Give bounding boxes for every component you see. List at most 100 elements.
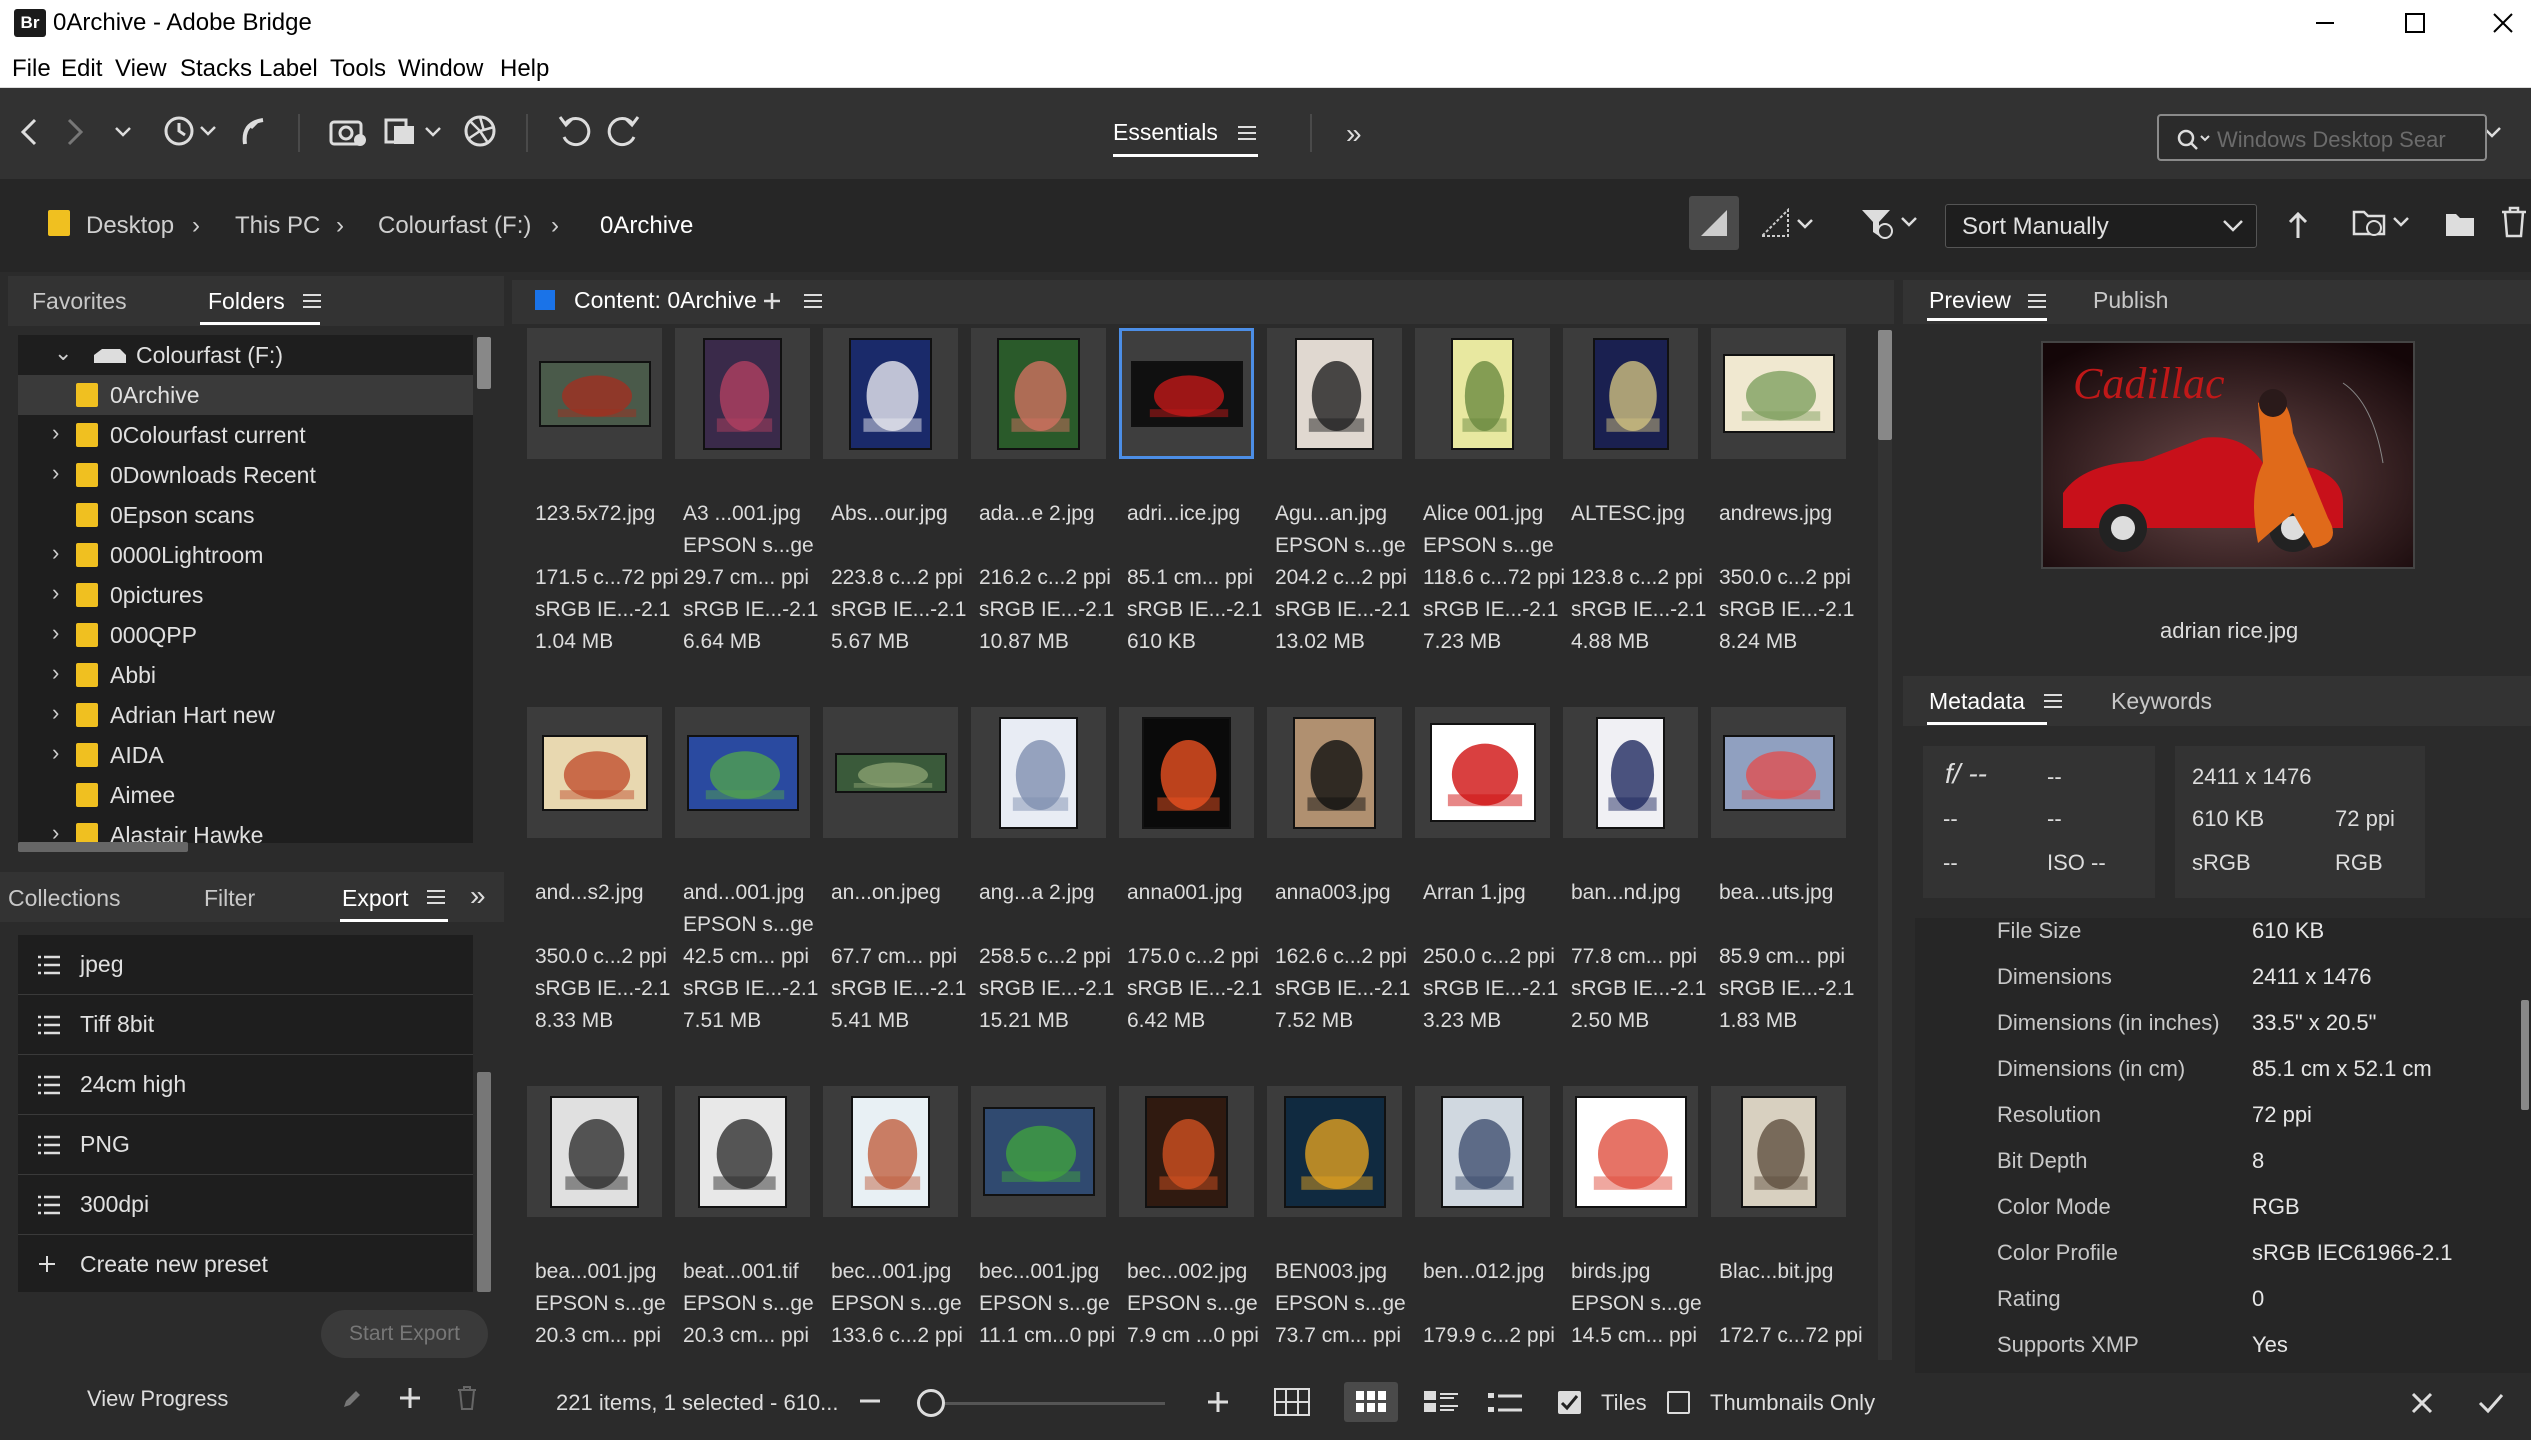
history-dropdown[interactable] <box>108 110 138 154</box>
preview-image[interactable]: Cadillac <box>2041 341 2415 569</box>
panel-menu-icon[interactable] <box>804 293 822 309</box>
thumbnail-frame[interactable] <box>1267 707 1402 838</box>
thumbnail-item[interactable]: andrews.jpg 350.0 c...2 ppi sRGB IE...-2.1… <box>1711 328 1854 698</box>
thumbnail-item[interactable]: bec...002.jpg EPSON s...ge 7.9 cm ...0 ppi <box>1119 1086 1259 1368</box>
menu-window[interactable]: Window <box>398 55 483 83</box>
details-view-icon[interactable] <box>1424 1391 1458 1413</box>
menu-edit[interactable]: Edit <box>61 55 102 83</box>
collapse-arrow-icon[interactable]: ⌄ <box>54 340 72 366</box>
thumbnail-item[interactable]: an...on.jpeg 67.7 cm... ppi sRGB IE...-2.1… <box>823 707 966 1077</box>
panel-expand-icon[interactable]: » <box>470 880 486 912</box>
export-preset-item[interactable]: PNG <box>18 1115 473 1175</box>
thumbnail-frame[interactable] <box>823 1086 958 1217</box>
folder-item[interactable]: › Alastair Hawke <box>18 815 473 843</box>
thumbnail-frame[interactable] <box>971 1086 1106 1217</box>
menu-help[interactable]: Help <box>500 55 549 83</box>
thumbnail-frame[interactable] <box>1415 328 1550 459</box>
thumbnail-item[interactable]: bec...001.jpg EPSON s...ge 133.6 c...2 ppi <box>823 1086 963 1368</box>
rotate-right-button[interactable] <box>602 106 646 156</box>
thumbnail-frame[interactable] <box>1119 328 1254 459</box>
tab-preview[interactable]: Preview <box>1929 287 2011 314</box>
thumbnail-frame[interactable] <box>527 1086 662 1217</box>
tab-folders[interactable]: Folders <box>208 288 285 315</box>
thumbnail-frame[interactable] <box>675 707 810 838</box>
panel-menu-icon[interactable] <box>2044 693 2062 709</box>
expand-arrow-icon[interactable]: › <box>52 620 59 646</box>
thumbnail-frame[interactable] <box>971 328 1106 459</box>
new-folder-button[interactable] <box>2444 210 2476 238</box>
zoom-slider-track[interactable] <box>945 1402 1165 1405</box>
menu-file[interactable]: File <box>12 55 51 83</box>
tab-publish[interactable]: Publish <box>2093 287 2168 314</box>
maximize-button[interactable] <box>2372 0 2458 45</box>
get-photos-button[interactable] <box>326 106 370 156</box>
thumbnail-frame[interactable] <box>1267 328 1402 459</box>
content-scrollbar[interactable] <box>1878 330 1892 440</box>
export-preset-item[interactable]: jpeg <box>18 935 473 995</box>
thumbnail-frame[interactable] <box>823 328 958 459</box>
open-in-camera-raw-button[interactable] <box>458 106 502 156</box>
expand-arrow-icon[interactable]: › <box>52 420 59 446</box>
search-input[interactable]: Windows Desktop Sear <box>2157 114 2487 161</box>
folder-item[interactable]: › AIDA <box>18 735 473 775</box>
list-view-icon[interactable] <box>1488 1392 1522 1414</box>
minimize-button[interactable] <box>2282 0 2368 45</box>
panel-menu-icon[interactable] <box>303 293 321 309</box>
thumbnail-item[interactable]: ALTESC.jpg 123.8 c...2 ppi sRGB IE...-2.1 4… <box>1563 328 1706 698</box>
thumbnail-item[interactable]: birds.jpg EPSON s...ge 14.5 cm... ppi <box>1563 1086 1702 1368</box>
expand-arrow-icon[interactable]: › <box>52 700 59 726</box>
tree-root-drive[interactable]: ⌄ Colourfast (F:) <box>18 335 473 375</box>
thumbnail-item[interactable]: and...s2.jpg 350.0 c...2 ppi sRGB IE...-2.… <box>527 707 670 1077</box>
quality-high-button[interactable] <box>1689 196 1739 250</box>
thumbnail-item[interactable]: ban...nd.jpg 77.8 cm... ppi sRGB IE...-2.1… <box>1563 707 1706 1077</box>
zoom-slider-thumb[interactable] <box>917 1389 945 1417</box>
menu-tools[interactable]: Tools <box>330 55 386 83</box>
cancel-icon[interactable] <box>2410 1391 2434 1415</box>
breadcrumb-current[interactable]: 0Archive <box>600 212 693 240</box>
tab-favorites[interactable]: Favorites <box>32 288 127 315</box>
menu-label[interactable]: Label <box>259 55 318 83</box>
thumbnail-frame[interactable] <box>1563 328 1698 459</box>
expand-arrow-icon[interactable]: › <box>52 540 59 566</box>
workspace-menu-icon[interactable] <box>1238 125 1256 141</box>
breadcrumb-drive[interactable]: Colourfast (F:) <box>378 212 531 240</box>
thumbnail-item[interactable]: A3 ...001.jpg EPSON s...ge 29.7 cm... ppi s… <box>675 328 818 698</box>
thumbnail-frame[interactable] <box>527 328 662 459</box>
expand-arrow-icon[interactable]: › <box>52 660 59 686</box>
thumbnail-item[interactable]: ang...a 2.jpg 258.5 c...2 ppi sRGB IE...-2… <box>971 707 1114 1077</box>
close-window-button[interactable] <box>2460 0 2531 45</box>
folder-tree-scrollbar[interactable] <box>477 337 491 389</box>
rotate-left-button[interactable] <box>552 106 596 156</box>
thumbnail-frame[interactable] <box>675 1086 810 1217</box>
breadcrumb-chevron-icon[interactable]: › <box>192 212 200 240</box>
folder-tree-hscrollbar[interactable] <box>18 842 188 852</box>
thumbnail-item[interactable]: Arran 1.jpg 250.0 c...2 ppi sRGB IE...-2.1… <box>1415 707 1558 1077</box>
return-to-photoshop-button[interactable] <box>234 106 274 156</box>
delete-button[interactable] <box>2500 206 2528 238</box>
thumbnail-frame[interactable] <box>1711 328 1846 459</box>
thumbnail-frame[interactable] <box>1563 707 1698 838</box>
refine-button[interactable] <box>380 106 446 156</box>
thumbnail-frame[interactable] <box>823 707 958 838</box>
recent-files-button[interactable] <box>156 106 222 156</box>
expand-arrow-icon[interactable]: › <box>52 740 59 766</box>
apply-checkmark-icon[interactable] <box>2478 1391 2504 1415</box>
thumbnail-frame[interactable] <box>1119 707 1254 838</box>
folder-item[interactable]: › 0pictures <box>18 575 473 615</box>
thumbnail-frame[interactable] <box>1415 1086 1550 1217</box>
breadcrumb-desktop[interactable]: Desktop <box>86 212 174 240</box>
edit-pencil-icon[interactable] <box>341 1388 363 1410</box>
folder-item[interactable]: 0Archive <box>18 375 473 415</box>
more-workspaces-icon[interactable]: » <box>1346 118 1362 150</box>
expand-arrow-icon[interactable]: › <box>52 460 59 486</box>
thumbnail-item[interactable]: Blac...bit.jpg 172.7 c...72 ppi <box>1711 1086 1863 1368</box>
thumbnail-frame[interactable] <box>527 707 662 838</box>
menu-view[interactable]: View <box>115 55 167 83</box>
thumbnail-item[interactable]: bea...uts.jpg 85.9 cm... ppi sRGB IE...-2.… <box>1711 707 1854 1077</box>
thumbnail-item[interactable]: 123.5x72.jpg 171.5 c...72 ppi sRGB IE...-2… <box>527 328 679 698</box>
tab-filter[interactable]: Filter <box>204 885 255 912</box>
thumbnail-item[interactable]: Abs...our.jpg 223.8 c...2 ppi sRGB IE...-2… <box>823 328 966 698</box>
metadata-scrollbar[interactable] <box>2521 1000 2529 1110</box>
filter-items-button[interactable] <box>1860 206 1924 240</box>
start-export-button[interactable]: Start Export <box>321 1310 488 1358</box>
